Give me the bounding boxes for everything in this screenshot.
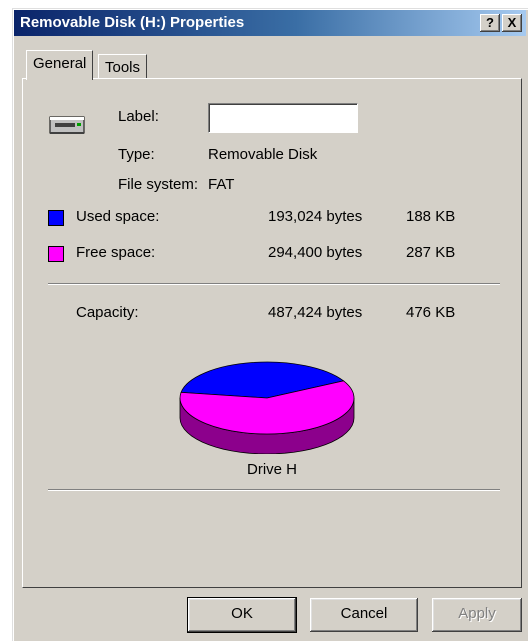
- disk-usage-pie-chart: [179, 361, 355, 454]
- drive-caption: Drive H: [247, 461, 298, 478]
- properties-dialog: Removable Disk (H:) Properties ? X Gener…: [12, 8, 528, 641]
- separator-bottom: [48, 489, 500, 491]
- used-space-caption: Used space:: [76, 208, 160, 225]
- used-space-size: 188 KB: [406, 208, 456, 225]
- tab-tools[interactable]: Tools: [98, 54, 148, 80]
- filesystem-value: FAT: [208, 176, 235, 193]
- ok-button[interactable]: OK: [187, 597, 297, 633]
- label-caption: Label:: [118, 108, 159, 125]
- title-bar[interactable]: Removable Disk (H:) Properties ? X: [14, 10, 526, 36]
- type-caption: Type:: [118, 146, 155, 163]
- filesystem-caption: File system:: [118, 176, 199, 193]
- removable-drive-icon: [49, 116, 85, 134]
- window-title: Removable Disk (H:) Properties: [20, 14, 245, 31]
- free-space-bytes: 294,400 bytes: [268, 244, 363, 261]
- label-caption-text: Label:: [118, 108, 159, 125]
- label-input[interactable]: [208, 103, 358, 133]
- used-space-swatch: [48, 210, 64, 226]
- separator-top: [48, 283, 500, 285]
- tab-general[interactable]: General: [26, 50, 94, 80]
- type-value: Removable Disk: [208, 146, 318, 163]
- used-space-bytes: 193,024 bytes: [268, 208, 363, 225]
- capacity-bytes: 487,424 bytes: [268, 304, 363, 321]
- tab-general-label: General: [33, 55, 87, 72]
- free-space-swatch: [48, 246, 64, 262]
- free-space-caption: Free space:: [76, 244, 156, 261]
- apply-button[interactable]: Apply: [432, 598, 522, 632]
- apply-button-label: Apply: [458, 605, 496, 622]
- cancel-button[interactable]: Cancel: [310, 598, 418, 632]
- tab-tools-label: Tools: [105, 59, 141, 76]
- help-button[interactable]: ?: [480, 14, 500, 32]
- free-space-size: 287 KB: [406, 244, 456, 261]
- capacity-size: 476 KB: [406, 304, 456, 321]
- close-button[interactable]: X: [502, 14, 522, 32]
- capacity-caption: Capacity:: [76, 304, 139, 321]
